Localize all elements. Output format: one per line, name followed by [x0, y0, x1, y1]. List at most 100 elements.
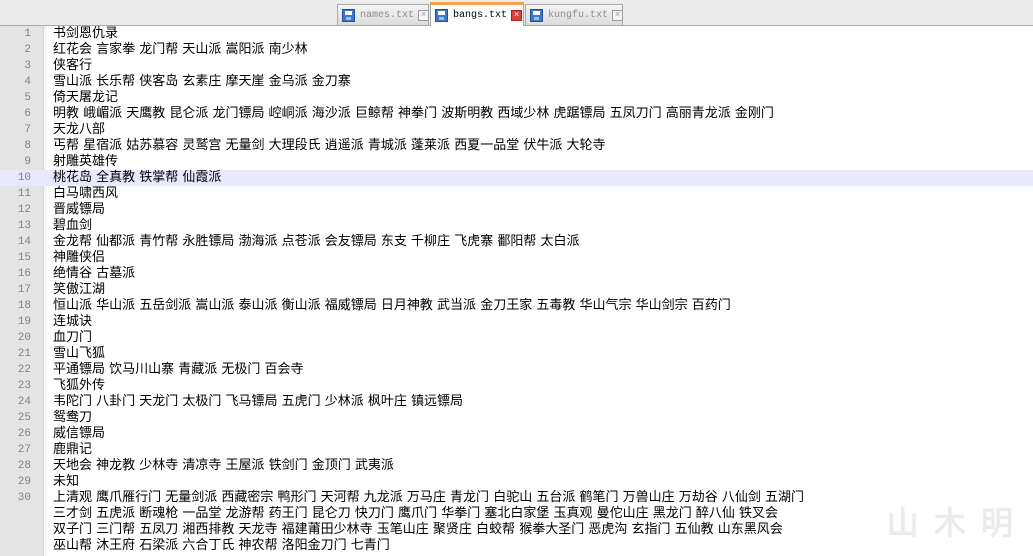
line-number: 27	[17, 444, 31, 456]
text-line[interactable]: 巫山帮 沐王府 石梁派 六合丁氏 神农帮 洛阳金刀门 七青门	[0, 538, 1033, 554]
line-number: 17	[17, 284, 31, 296]
line-text[interactable]: 射雕英雄传	[53, 154, 118, 170]
line-text[interactable]: 丐帮 星宿派 姑苏慕容 灵鹫宫 无量剑 大理段氏 逍遥派 青城派 蓬莱派 西夏一…	[53, 138, 605, 154]
line-number: 20	[17, 332, 31, 344]
text-line[interactable]: 24 韦陀门 八卦门 天龙门 太极门 飞马镖局 五虎门 少林派 枫叶庄 镇远镖局	[0, 394, 1033, 410]
line-number: 14	[17, 236, 31, 248]
text-line[interactable]: 1 书剑恩仇录	[0, 26, 1033, 42]
text-line[interactable]: 13 碧血剑	[0, 218, 1033, 234]
text-lines: 1 书剑恩仇录 2 红花会 言家拳 龙门帮 天山派 嵩阳派 南少林 3 侠客行 4 雪山派 长…	[0, 26, 1033, 554]
text-line[interactable]: 3 侠客行	[0, 58, 1033, 74]
save-icon	[435, 9, 448, 22]
line-text[interactable]: 血刀门	[53, 330, 92, 346]
text-line[interactable]: 27 鹿鼎记	[0, 442, 1033, 458]
text-line[interactable]: 9 射雕英雄传	[0, 154, 1033, 170]
watermark: 山 木 明	[886, 504, 1015, 542]
text-line[interactable]: 10 桃花岛 全真教 铁掌帮 仙霞派	[0, 170, 1033, 186]
line-text[interactable]: 巫山帮 沐王府 石梁派 六合丁氏 神农帮 洛阳金刀门 七青门	[53, 538, 390, 554]
line-text[interactable]: 威信镖局	[53, 426, 105, 442]
line-number: 28	[17, 460, 31, 472]
line-text[interactable]: 平通镖局 饮马川山寨 青藏派 无极门 百会寺	[53, 362, 304, 378]
text-line[interactable]: 16 绝情谷 古墓派	[0, 266, 1033, 282]
line-text[interactable]: 飞狐外传	[53, 378, 105, 394]
line-text[interactable]: 碧血剑	[53, 218, 92, 234]
close-icon[interactable]: ×	[418, 9, 430, 21]
close-icon[interactable]: ×	[511, 10, 523, 21]
line-text[interactable]: 倚天屠龙记	[53, 90, 118, 106]
line-text[interactable]: 未知	[53, 474, 79, 490]
text-line[interactable]: 17 笑傲江湖	[0, 282, 1033, 298]
line-text[interactable]: 韦陀门 八卦门 天龙门 太极门 飞马镖局 五虎门 少林派 枫叶庄 镇远镖局	[53, 394, 463, 410]
line-number: 25	[17, 412, 31, 424]
text-line[interactable]: 22 平通镖局 饮马川山寨 青藏派 无极门 百会寺	[0, 362, 1033, 378]
line-text[interactable]: 鸳鸯刀	[53, 410, 92, 426]
text-line[interactable]: 28 天地会 神龙教 少林寺 清凉寺 王屋派 铁剑门 金顶门 武夷派	[0, 458, 1033, 474]
text-line[interactable]: 14 金龙帮 仙都派 青竹帮 永胜镖局 渤海派 点苍派 会友镖局 东支 千柳庄 飞…	[0, 234, 1033, 250]
line-number: 7	[24, 124, 31, 136]
line-text[interactable]: 三才剑 五虎派 断魂枪 一品堂 龙游帮 药王门 昆仑刀 快刀门 鹰爪门 华拳门 …	[53, 506, 778, 522]
text-line[interactable]: 11 白马啸西风	[0, 186, 1033, 202]
line-text[interactable]: 雪山派 长乐帮 侠客岛 玄素庄 摩天崖 金乌派 金刀寨	[53, 74, 351, 90]
text-line[interactable]: 8 丐帮 星宿派 姑苏慕容 灵鹫宫 无量剑 大理段氏 逍遥派 青城派 蓬莱派 西夏…	[0, 138, 1033, 154]
text-line[interactable]: 18 恒山派 华山派 五岳剑派 嵩山派 泰山派 衡山派 福威镖局 日月神教 武当派…	[0, 298, 1033, 314]
text-line[interactable]: 19 连城诀	[0, 314, 1033, 330]
text-line[interactable]: 4 雪山派 长乐帮 侠客岛 玄素庄 摩天崖 金乌派 金刀寨	[0, 74, 1033, 90]
line-number: 19	[17, 316, 31, 328]
line-text[interactable]: 白马啸西风	[53, 186, 118, 202]
tab-names[interactable]: names.txt ×	[337, 4, 430, 25]
text-line[interactable]: 25 鸳鸯刀	[0, 410, 1033, 426]
text-line[interactable]: 7 天龙八部	[0, 122, 1033, 138]
tab-label: kungfu.txt	[548, 9, 609, 21]
line-number: 9	[24, 156, 31, 168]
line-number: 6	[24, 108, 31, 120]
text-line[interactable]: 6 明教 峨嵋派 天鹰教 昆仑派 龙门镖局 崆峒派 海沙派 巨鲸帮 神拳门 波斯明…	[0, 106, 1033, 122]
text-line[interactable]: 双子门 三门帮 五凤刀 湘西排教 天龙寺 福建莆田少林寺 玉笔山庄 聚贤庄 白蛟…	[0, 522, 1033, 538]
line-text[interactable]: 桃花岛 全真教 铁掌帮 仙霞派	[53, 170, 221, 186]
line-text[interactable]: 绝情谷 古墓派	[53, 266, 135, 282]
text-line[interactable]: 21 雪山飞狐	[0, 346, 1033, 362]
line-number: 13	[17, 220, 31, 232]
save-icon	[342, 8, 355, 22]
text-line[interactable]: 2 红花会 言家拳 龙门帮 天山派 嵩阳派 南少林	[0, 42, 1033, 58]
line-number: 8	[24, 140, 31, 152]
text-line[interactable]: 30 上清观 鹰爪雁行门 无量剑派 西藏密宗 鸭形门 天河帮 九龙派 万马庄 青龙…	[0, 490, 1033, 506]
editor-area[interactable]: 1 书剑恩仇录 2 红花会 言家拳 龙门帮 天山派 嵩阳派 南少林 3 侠客行 4 雪山派 长…	[0, 26, 1033, 556]
line-text[interactable]: 上清观 鹰爪雁行门 无量剑派 西藏密宗 鸭形门 天河帮 九龙派 万马庄 青龙门 …	[53, 490, 804, 506]
text-line[interactable]: 5 倚天屠龙记	[0, 90, 1033, 106]
text-line[interactable]: 12 晋威镖局	[0, 202, 1033, 218]
text-line[interactable]: 26 威信镖局	[0, 426, 1033, 442]
line-text[interactable]: 神雕侠侣	[53, 250, 105, 266]
line-number: 4	[24, 76, 31, 88]
line-number: 18	[17, 300, 31, 312]
line-number: 15	[17, 252, 31, 264]
line-text[interactable]: 明教 峨嵋派 天鹰教 昆仑派 龙门镖局 崆峒派 海沙派 巨鲸帮 神拳门 波斯明教…	[53, 106, 774, 122]
line-text[interactable]: 连城诀	[53, 314, 92, 330]
text-line[interactable]: 29 未知	[0, 474, 1033, 490]
line-text[interactable]: 红花会 言家拳 龙门帮 天山派 嵩阳派 南少林	[53, 42, 308, 58]
line-text[interactable]: 雪山飞狐	[53, 346, 105, 362]
text-line[interactable]: 23 飞狐外传	[0, 378, 1033, 394]
tab-label: names.txt	[360, 9, 415, 21]
tab-bar: names.txt × bangs.txt × kungfu.txt ×	[0, 0, 1033, 26]
line-text[interactable]: 书剑恩仇录	[53, 26, 118, 42]
tab-label: bangs.txt	[453, 10, 508, 21]
line-text[interactable]: 天地会 神龙教 少林寺 清凉寺 王屋派 铁剑门 金顶门 武夷派	[53, 458, 394, 474]
line-text[interactable]: 晋威镖局	[53, 202, 105, 218]
text-line[interactable]: 20 血刀门	[0, 330, 1033, 346]
line-text[interactable]: 侠客行	[53, 58, 92, 74]
text-line[interactable]: 三才剑 五虎派 断魂枪 一品堂 龙游帮 药王门 昆仑刀 快刀门 鹰爪门 华拳门 …	[0, 506, 1033, 522]
close-icon[interactable]: ×	[612, 9, 624, 21]
line-text[interactable]: 双子门 三门帮 五凤刀 湘西排教 天龙寺 福建莆田少林寺 玉笔山庄 聚贤庄 白蛟…	[53, 522, 783, 538]
text-line[interactable]: 15 神雕侠侣	[0, 250, 1033, 266]
tab-kungfu[interactable]: kungfu.txt ×	[525, 4, 624, 25]
line-number: 10	[17, 172, 31, 184]
tab-bangs[interactable]: bangs.txt ×	[430, 2, 524, 26]
line-text[interactable]: 鹿鼎记	[53, 442, 92, 458]
line-number: 12	[17, 204, 31, 216]
line-text[interactable]: 笑傲江湖	[53, 282, 105, 298]
line-number: 3	[24, 60, 31, 72]
line-text[interactable]: 金龙帮 仙都派 青竹帮 永胜镖局 渤海派 点苍派 会友镖局 东支 千柳庄 飞虎寨…	[53, 234, 579, 250]
save-icon	[530, 8, 543, 22]
line-text[interactable]: 恒山派 华山派 五岳剑派 嵩山派 泰山派 衡山派 福威镖局 日月神教 武当派 金…	[53, 298, 731, 314]
line-text[interactable]: 天龙八部	[53, 122, 105, 138]
